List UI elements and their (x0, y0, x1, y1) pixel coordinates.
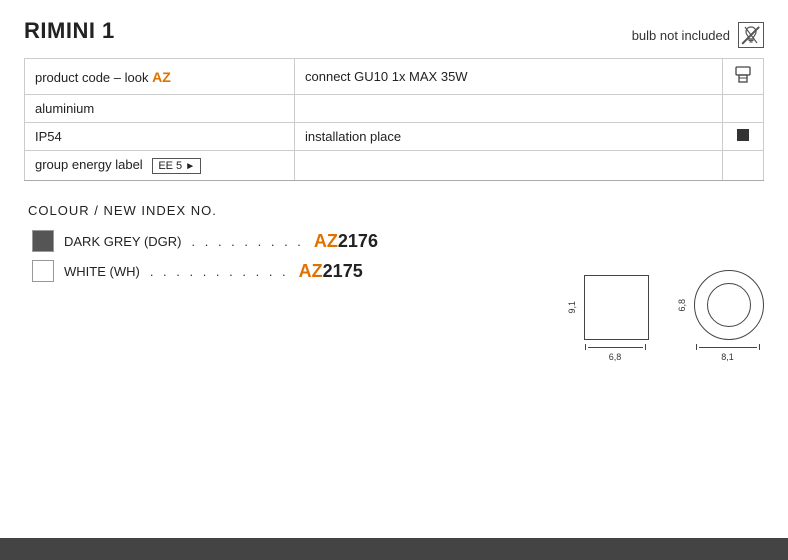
colour-dots-dark-grey: . . . . . . . . . (192, 234, 304, 249)
colour-name-dark-grey: DARK GREY (DGR) (64, 234, 182, 249)
bulb-not-included-info: bulb not included (632, 22, 764, 48)
circle-outer-shape (694, 270, 764, 340)
connect-info: connect GU10 1x MAX 35W (295, 59, 723, 95)
circle-inner-shape (707, 283, 751, 327)
colour-section-title: COLOUR / NEW INDEX NO. (28, 203, 760, 218)
product-title: RIMINI 1 (24, 18, 115, 44)
colour-swatch-dark-grey (32, 230, 54, 252)
diagrams-section: 9,1 6,8 6,8 8,1 (567, 270, 764, 362)
box-shape (584, 275, 649, 340)
energy-label-text: group energy label (35, 157, 143, 172)
colour-name-white: WHITE (WH) (64, 264, 140, 279)
no-bulb-icon (738, 22, 764, 48)
colour-num-dark-grey: 2176 (338, 231, 378, 251)
energy-badge-value: EE 5 (158, 160, 182, 172)
table-row-aluminium: aluminium (25, 95, 764, 123)
specs-table: product code – look AZ connect GU10 1x M… (24, 58, 764, 181)
colour-num-white: 2175 (323, 261, 363, 281)
installation-icon-cell (723, 123, 764, 151)
energy-badge: EE 5 ► (152, 158, 201, 174)
circle-width-label: 8,1 (721, 352, 734, 362)
circle-diagram: 6,8 8,1 (677, 270, 764, 362)
colour-az-white: AZ (299, 261, 323, 281)
aluminium-right (295, 95, 723, 123)
bulb-not-included-text: bulb not included (632, 28, 730, 43)
box-height-label: 9,1 (567, 301, 577, 314)
colour-swatch-white (32, 260, 54, 282)
aluminium-icon-cell (723, 95, 764, 123)
colour-code-dark-grey: AZ2176 (314, 231, 378, 252)
energy-icon-cell (723, 151, 764, 181)
aluminium-label: aluminium (25, 95, 295, 123)
product-code-az: AZ (152, 69, 171, 85)
colour-dots-white: . . . . . . . . . . . (150, 264, 289, 279)
installation-square-icon (737, 129, 749, 141)
gu10-icon-cell (723, 59, 764, 95)
ip54-label: IP54 (25, 123, 295, 151)
energy-badge-arrow: ► (185, 161, 195, 172)
circle-diagram-with-labels: 6,8 (677, 270, 764, 340)
box-diagram: 9,1 6,8 (567, 275, 649, 362)
box-diagram-with-labels: 9,1 (567, 275, 649, 340)
list-item: DARK GREY (DGR) . . . . . . . . . AZ2176 (32, 230, 760, 252)
table-row-product-code: product code – look AZ connect GU10 1x M… (25, 59, 764, 95)
circle-height-label: 6,8 (677, 299, 687, 312)
energy-right (295, 151, 723, 181)
colour-code-white: AZ2175 (299, 261, 363, 282)
box-width-label: 6,8 (609, 352, 622, 362)
bottom-bar (0, 538, 788, 560)
installation-place: installation place (295, 123, 723, 151)
table-row-ip54: IP54 installation place (25, 123, 764, 151)
table-row-energy: group energy label EE 5 ► (25, 151, 764, 181)
energy-label-cell: group energy label EE 5 ► (25, 151, 295, 181)
product-code-label: product code – look (35, 70, 148, 85)
colour-az-dark-grey: AZ (314, 231, 338, 251)
